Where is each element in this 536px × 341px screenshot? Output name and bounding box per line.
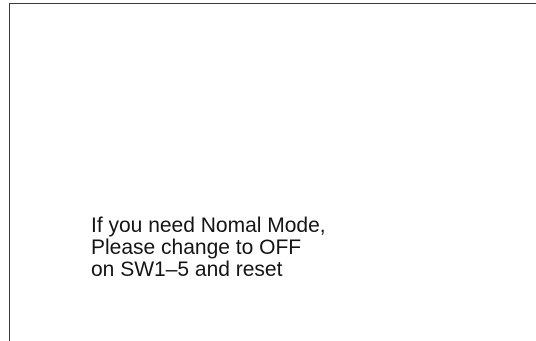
message-line-3: on SW1–5 and reset bbox=[91, 258, 283, 281]
message-line-1: If you need Nomal Mode, bbox=[91, 214, 326, 237]
message-line-2: Please change to OFF bbox=[91, 236, 302, 259]
display-screen: If you need Nomal Mode, Please change to… bbox=[9, 3, 536, 341]
mode-instruction-message: If you need Nomal Mode, Please change to… bbox=[91, 215, 326, 281]
